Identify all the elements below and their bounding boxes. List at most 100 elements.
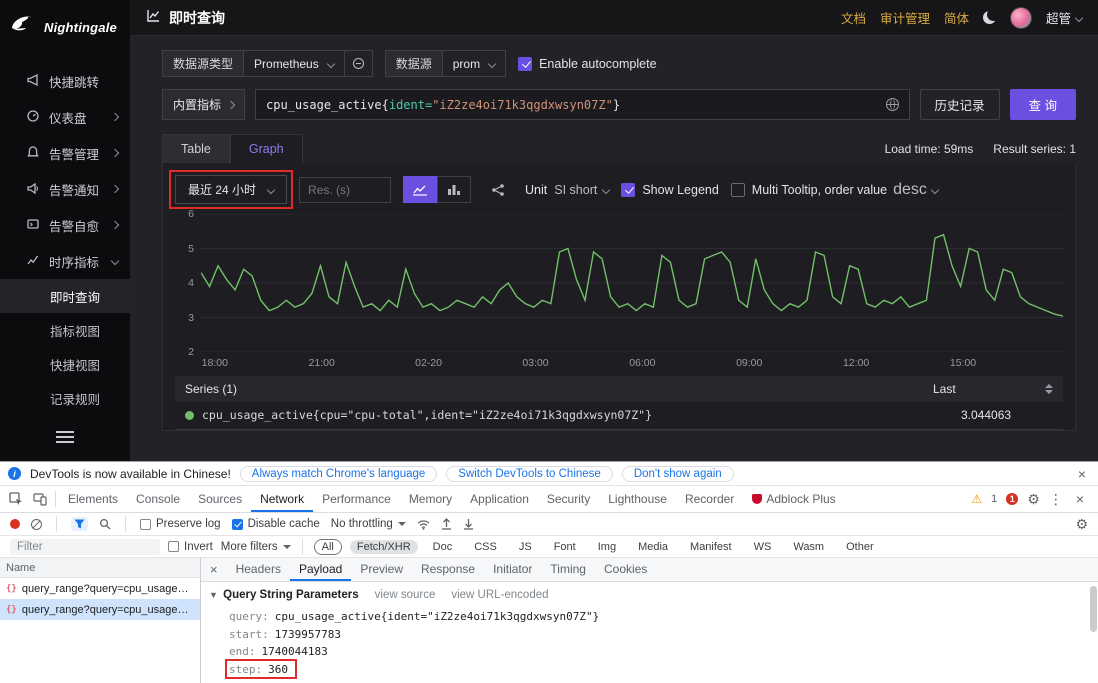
sort-icon[interactable] (1045, 384, 1053, 394)
sidebar-subitem-instant-query[interactable]: 即时查询 (0, 279, 130, 313)
more-options-icon[interactable]: ⋮ (1049, 491, 1063, 508)
order-select[interactable]: desc (893, 181, 938, 199)
tab-security[interactable]: Security (538, 487, 599, 512)
tab-console[interactable]: Console (127, 487, 189, 512)
request-row[interactable]: {} query_range?query=cpu_usage_activ... (0, 578, 200, 599)
settings-gear-icon[interactable]: ⚙ (1027, 491, 1040, 508)
tab-application[interactable]: Application (461, 487, 538, 512)
devtools-close-icon[interactable]: × (1072, 492, 1088, 506)
sidebar-item-alert-manage[interactable]: 告警管理 (0, 135, 130, 171)
record-icon[interactable] (10, 519, 20, 529)
resolution-input[interactable] (299, 177, 391, 203)
tab-lighthouse[interactable]: Lighthouse (599, 487, 676, 512)
tab-initiator[interactable]: Initiator (484, 558, 541, 581)
filter-type-doc[interactable]: Doc (426, 540, 460, 554)
multi-tooltip-checkbox[interactable] (731, 183, 745, 197)
tab-table[interactable]: Table (162, 134, 230, 163)
autocomplete-toggle[interactable]: Enable autocomplete (518, 57, 656, 71)
sidebar-subitem-metric-views[interactable]: 指标视图 (0, 313, 130, 347)
view-source-link[interactable]: view source (375, 589, 436, 601)
import-har-icon[interactable] (441, 518, 452, 530)
collapse-menu-icon[interactable] (56, 431, 74, 443)
chart-plot-area[interactable] (201, 214, 1063, 352)
network-filter-input[interactable] (10, 539, 160, 555)
search-icon[interactable] (99, 518, 111, 530)
tab-recorder[interactable]: Recorder (676, 487, 743, 512)
filter-type-other[interactable]: Other (839, 540, 881, 554)
preserve-log-checkbox[interactable] (140, 519, 151, 530)
filter-type-js[interactable]: JS (512, 540, 539, 554)
scrollbar-thumb[interactable] (1090, 586, 1097, 632)
filter-type-manifest[interactable]: Manifest (683, 540, 739, 554)
autocomplete-checkbox[interactable] (518, 57, 532, 71)
sidebar-item-dashboards[interactable]: 仪表盘 (0, 99, 130, 135)
sidebar-item-alert-selfheal[interactable]: 告警自愈 (0, 207, 130, 243)
section-toggle[interactable]: ▼ Query String Parameters (209, 589, 359, 601)
show-legend-toggle[interactable]: Show Legend (621, 183, 718, 197)
history-button[interactable]: 历史记录 (920, 89, 1000, 120)
filter-type-all[interactable]: All (314, 539, 342, 555)
filter-type-ws[interactable]: WS (747, 540, 779, 554)
user-menu[interactable]: 超管 (1046, 8, 1082, 27)
invert-toggle[interactable]: Invert (168, 541, 213, 553)
request-row-selected[interactable]: {} query_range?query=cpu_usage_activ... (0, 599, 200, 620)
tab-payload[interactable]: Payload (290, 558, 351, 581)
tab-preview[interactable]: Preview (351, 558, 412, 581)
more-filters-button[interactable]: More filters (221, 541, 291, 553)
language-link[interactable]: 简体 (944, 8, 969, 27)
disable-cache-toggle[interactable]: Disable cache (232, 518, 320, 530)
tab-adblock-plus[interactable]: Adblock Plus (743, 487, 844, 512)
tab-cookies[interactable]: Cookies (595, 558, 656, 581)
avatar[interactable] (1010, 7, 1032, 29)
tab-network[interactable]: Network (251, 487, 313, 512)
show-legend-checkbox[interactable] (621, 183, 635, 197)
sidebar-item-timeseries[interactable]: 时序指标 (0, 243, 130, 279)
sidebar-item-alert-notify[interactable]: 告警通知 (0, 171, 130, 207)
sidebar-item-quick-jump[interactable]: 快捷跳转 (0, 63, 130, 99)
export-har-icon[interactable] (463, 518, 474, 530)
datasource-select[interactable]: prom (443, 50, 506, 77)
docs-link[interactable]: 文档 (841, 8, 866, 27)
tab-memory[interactable]: Memory (400, 487, 461, 512)
series-row[interactable]: cpu_usage_active{cpu="cpu-total",ident="… (175, 402, 1063, 430)
share-button[interactable] (483, 176, 513, 203)
clear-icon[interactable] (31, 519, 42, 530)
device-toolbar-icon[interactable] (28, 486, 52, 512)
tab-performance[interactable]: Performance (313, 487, 400, 512)
query-button[interactable]: 查 询 (1010, 89, 1076, 120)
tab-headers[interactable]: Headers (227, 558, 290, 581)
disable-cache-checkbox[interactable] (232, 519, 243, 530)
datasource-info-button[interactable] (345, 50, 373, 77)
tab-timing[interactable]: Timing (541, 558, 595, 581)
timeseries-chart[interactable]: 65432 18:0021:0002-2003:0006:0009:0012:0… (175, 214, 1063, 374)
dont-show-again-button[interactable]: Don't show again (622, 466, 734, 482)
filter-funnel-icon[interactable] (71, 517, 88, 531)
datasource-type-select[interactable]: Prometheus (244, 50, 345, 77)
inspect-element-icon[interactable] (4, 486, 28, 512)
switch-chinese-button[interactable]: Switch DevTools to Chinese (446, 466, 613, 482)
audit-link[interactable]: 审计管理 (880, 8, 930, 27)
line-chart-button[interactable] (403, 176, 437, 203)
time-range-select[interactable]: 最近 24 小时 (175, 175, 287, 204)
tab-sources[interactable]: Sources (189, 487, 251, 512)
theme-moon-icon[interactable] (983, 11, 996, 24)
filter-type-css[interactable]: CSS (467, 540, 504, 554)
filter-type-fetch-xhr[interactable]: Fetch/XHR (350, 540, 418, 554)
preserve-log-toggle[interactable]: Preserve log (140, 518, 221, 530)
filter-type-wasm[interactable]: Wasm (786, 540, 831, 554)
name-column-header[interactable]: Name (0, 558, 200, 578)
filter-type-font[interactable]: Font (547, 540, 583, 554)
invert-checkbox[interactable] (168, 541, 179, 552)
filter-type-img[interactable]: Img (591, 540, 623, 554)
warning-icon[interactable]: ⚠ (971, 492, 982, 506)
error-badge-icon[interactable]: 1 (1006, 493, 1018, 505)
unit-select[interactable]: SI short (554, 183, 609, 197)
globe-icon[interactable] (886, 98, 899, 111)
tab-graph[interactable]: Graph (230, 134, 303, 163)
promql-input[interactable]: cpu_usage_active{ident="iZ2ze4oi71k3qgdx… (255, 89, 909, 120)
network-conditions-icon[interactable] (417, 519, 430, 530)
details-close-icon[interactable]: × (201, 562, 227, 577)
builtin-metrics-button[interactable]: 内置指标 (162, 89, 245, 120)
bar-chart-button[interactable] (437, 176, 471, 203)
filter-type-media[interactable]: Media (631, 540, 675, 554)
